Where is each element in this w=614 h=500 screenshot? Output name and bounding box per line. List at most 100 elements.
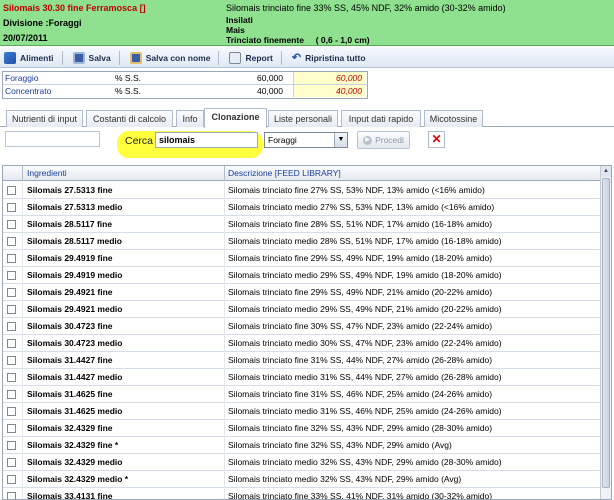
- row-checkbox[interactable]: [7, 254, 16, 263]
- chevron-down-icon[interactable]: ▼: [334, 133, 347, 147]
- tab-input-rapido[interactable]: Input dati rapido: [341, 110, 421, 127]
- ingredient-name: Silomais 29.4919 fine: [27, 253, 113, 263]
- row-checkbox[interactable]: [7, 407, 16, 416]
- ingredient-description: Silomais trinciato medio 32% SS, 43% NDF…: [228, 474, 462, 484]
- column-divider: [22, 318, 23, 335]
- column-divider: [22, 437, 23, 454]
- restore-all-button[interactable]: ↶ Ripristina tutto: [292, 51, 366, 64]
- grid-header: Ingredienti Descrizione [FEED LIBRARY]: [3, 166, 600, 181]
- ingredient-name: Silomais 29.4921 medio: [27, 304, 123, 314]
- column-divider: [22, 454, 23, 471]
- column-divider: [22, 166, 23, 181]
- tab-clonazione[interactable]: Clonazione: [204, 108, 267, 128]
- row-checkbox[interactable]: [7, 492, 16, 499]
- table-row[interactable]: Silomais 27.5313 fine Silomais trinciato …: [3, 182, 600, 199]
- table-row[interactable]: Silomais 30.4723 fine Silomais trinciato …: [3, 318, 600, 335]
- column-header-description[interactable]: Descrizione [FEED LIBRARY]: [228, 168, 341, 178]
- filter-input[interactable]: [5, 131, 100, 147]
- row-checkbox[interactable]: [7, 186, 16, 195]
- scroll-thumb[interactable]: [602, 178, 610, 488]
- table-row[interactable]: Silomais 31.4427 medio Silomais trinciato…: [3, 369, 600, 386]
- column-divider: [224, 284, 225, 301]
- row-checkbox[interactable]: [7, 220, 16, 229]
- search-input[interactable]: [155, 132, 258, 148]
- ingredient-name: Silomais 29.4921 fine: [27, 287, 113, 297]
- row-checkbox[interactable]: [7, 424, 16, 433]
- vertical-scrollbar[interactable]: ▲: [600, 166, 611, 499]
- row-checkbox[interactable]: [7, 237, 16, 246]
- table-row[interactable]: Silomais 32.4329 fine Silomais trinciato …: [3, 420, 600, 437]
- clear-button[interactable]: ✕: [428, 131, 445, 148]
- table-row[interactable]: Silomais 29.4919 medio Silomais trinciato…: [3, 267, 600, 284]
- search-label: Cerca: [125, 135, 154, 147]
- category-value: Foraggi: [268, 135, 297, 145]
- tab-micotossine[interactable]: Micotossine: [424, 110, 483, 127]
- row-checkbox[interactable]: [7, 458, 16, 467]
- column-divider: [22, 301, 23, 318]
- column-divider: [224, 335, 225, 352]
- column-divider: [224, 318, 225, 335]
- row-checkbox[interactable]: [7, 373, 16, 382]
- save-as-label: Salva con nome: [145, 52, 211, 63]
- table-row[interactable]: Silomais 33.4131 fine Silomais trinciato …: [3, 488, 600, 499]
- row-checkbox[interactable]: [7, 441, 16, 450]
- ratio-value: 60,000: [257, 73, 283, 83]
- class-level-2: Mais: [226, 25, 245, 35]
- table-row[interactable]: Silomais 32.4329 medio Silomais trinciato…: [3, 454, 600, 471]
- tab-costanti[interactable]: Costanti di calcolo: [86, 110, 173, 127]
- forage-ratio-table: Foraggio % S.S. 60,000 60,000 Concentrat…: [2, 71, 368, 99]
- category-select[interactable]: Foraggi ▼: [264, 132, 348, 148]
- tab-liste-personali[interactable]: Liste personali: [268, 110, 338, 127]
- ratio-value-input[interactable]: 60,000: [293, 72, 365, 84]
- proceed-button[interactable]: ▶ Procedi: [357, 131, 410, 149]
- table-row[interactable]: Silomais 29.4921 fine Silomais trinciato …: [3, 284, 600, 301]
- save-button[interactable]: Salva: [72, 50, 120, 65]
- class-level-3: Trinciato finemente ( 0,6 - 1,0 cm): [226, 35, 370, 45]
- ingredient-name: Silomais 32.4329 fine *: [27, 440, 119, 450]
- table-row[interactable]: Silomais 31.4427 fine Silomais trinciato …: [3, 352, 600, 369]
- table-row[interactable]: Silomais 31.4625 fine Silomais trinciato …: [3, 386, 600, 403]
- ingredient-name: Silomais 27.5313 fine: [27, 185, 113, 195]
- row-checkbox[interactable]: [7, 339, 16, 348]
- report-label: Report: [245, 52, 273, 63]
- column-divider: [22, 284, 23, 301]
- column-divider: [224, 471, 225, 488]
- ingredient-description: Silomais trinciato medio 28% SS, 51% NDF…: [228, 236, 502, 246]
- table-row[interactable]: Silomais 32.4329 medio * Silomais trincia…: [3, 471, 600, 488]
- record-title: Silomais 30.30 fine Ferramosca []: [3, 3, 146, 13]
- row-checkbox[interactable]: [7, 271, 16, 280]
- table-row[interactable]: Silomais 32.4329 fine * Silomais trinciat…: [3, 437, 600, 454]
- table-row[interactable]: Silomais 27.5313 medio Silomais trinciato…: [3, 199, 600, 216]
- alimenti-button[interactable]: Alimenti: [4, 50, 63, 65]
- column-divider: [224, 352, 225, 369]
- feed-library-grid: Ingredienti Descrizione [FEED LIBRARY] S…: [2, 165, 612, 500]
- table-row[interactable]: Silomais 29.4919 fine Silomais trinciato …: [3, 250, 600, 267]
- row-checkbox[interactable]: [7, 390, 16, 399]
- save-as-button[interactable]: Salva con nome: [129, 50, 220, 65]
- scroll-up-icon[interactable]: ▲: [601, 166, 611, 177]
- table-row[interactable]: Silomais 30.4723 medio Silomais trinciato…: [3, 335, 600, 352]
- table-row[interactable]: Silomais 28.5117 medio Silomais trinciato…: [3, 233, 600, 250]
- row-checkbox[interactable]: [7, 475, 16, 484]
- column-divider: [224, 403, 225, 420]
- report-button[interactable]: Report: [229, 50, 282, 65]
- row-checkbox[interactable]: [7, 356, 16, 365]
- table-row[interactable]: Silomais 31.4625 medio Silomais trinciato…: [3, 403, 600, 420]
- column-divider: [22, 199, 23, 216]
- row-checkbox[interactable]: [7, 322, 16, 331]
- ingredient-name: Silomais 31.4427 fine: [27, 355, 113, 365]
- ingredient-description: Silomais trinciato fine 31% SS, 44% NDF,…: [228, 355, 493, 365]
- row-checkbox[interactable]: [7, 288, 16, 297]
- column-header-ingredients[interactable]: Ingredienti: [27, 168, 67, 178]
- column-divider: [224, 233, 225, 250]
- ratio-value-input[interactable]: 40,000: [293, 85, 365, 97]
- table-row[interactable]: Silomais 28.5117 fine Silomais trinciato …: [3, 216, 600, 233]
- row-checkbox[interactable]: [7, 305, 16, 314]
- row-checkbox[interactable]: [7, 203, 16, 212]
- class-level-1: Insilati: [226, 15, 253, 25]
- tab-info[interactable]: Info: [176, 110, 204, 127]
- ingredient-name: Silomais 29.4919 medio: [27, 270, 123, 280]
- tab-nutrienti[interactable]: Nutrienti di input: [6, 110, 83, 127]
- ingredient-name: Silomais 30.4723 fine: [27, 321, 113, 331]
- table-row[interactable]: Silomais 29.4921 medio Silomais trinciato…: [3, 301, 600, 318]
